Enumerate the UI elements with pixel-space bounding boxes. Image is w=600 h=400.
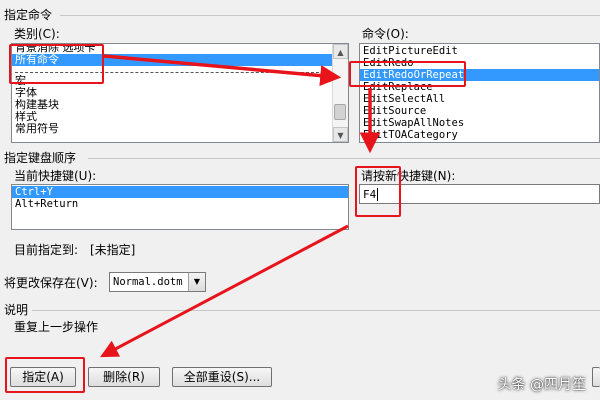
description-title: 说明 <box>4 303 29 317</box>
scroll-up-icon[interactable]: ▲ <box>333 44 348 59</box>
scroll-down-icon[interactable]: ▼ <box>333 127 348 142</box>
save-changes-label: 将更改保存在(V): <box>4 276 98 290</box>
scroll-thumb[interactable] <box>334 104 346 120</box>
command-item[interactable]: EditTOACategory <box>360 129 599 141</box>
group-divider <box>32 310 600 311</box>
commands-listbox[interactable]: EditPictureEdit EditRedo EditRedoOrRepea… <box>359 43 600 143</box>
current-keys-listbox[interactable]: Ctrl+Y Alt+Return <box>11 184 349 230</box>
command-item[interactable]: EditSwapAllNotes <box>360 117 599 129</box>
description-text: 重复上一步操作 <box>14 320 99 334</box>
assigned-to-value: [未指定] <box>90 243 136 257</box>
commands-label: 命令(O): <box>362 27 409 41</box>
remove-button[interactable]: 删除(R) <box>88 367 160 387</box>
close-button-edge[interactable] <box>592 367 600 387</box>
annotation-box-assign <box>5 357 85 393</box>
save-changes-dropdown[interactable]: Normal.dotm ▼ <box>109 272 206 292</box>
save-changes-value: Normal.dotm <box>113 276 183 288</box>
command-item[interactable]: EditPictureEdit <box>360 45 599 57</box>
annotation-box-command <box>349 61 466 87</box>
chevron-down-icon[interactable]: ▼ <box>188 273 205 291</box>
watermark: 头条 @四月笙 <box>497 377 586 393</box>
annotation-box-category <box>9 44 104 84</box>
categories-label: 类别(C): <box>14 27 60 41</box>
reset-all-button[interactable]: 全部重设(S)... <box>172 367 272 387</box>
current-key-item[interactable]: Alt+Return <box>12 198 348 210</box>
category-item[interactable]: 常用符号 <box>12 123 332 135</box>
command-item[interactable]: EditSource <box>360 105 599 117</box>
categories-scrollbar[interactable]: ▲ ▼ <box>332 44 348 142</box>
keyboard-sequence-title: 指定键盘顺序 <box>4 151 77 165</box>
current-keys-label: 当前快捷键(U): <box>14 169 97 183</box>
current-key-item-ctrl-y[interactable]: Ctrl+Y <box>12 186 348 198</box>
group-divider <box>88 158 600 159</box>
category-item[interactable]: 构建基块 <box>12 99 332 111</box>
category-item[interactable]: 样式 <box>12 111 332 123</box>
category-item[interactable]: 字体 <box>12 87 332 99</box>
annotation-box-new-key <box>355 166 401 217</box>
group-divider <box>60 15 600 16</box>
command-item[interactable]: EditSelectAll <box>360 93 599 105</box>
assigned-to-label: 目前指定到: <box>14 243 79 257</box>
specify-command-title: 指定命令 <box>4 8 53 22</box>
